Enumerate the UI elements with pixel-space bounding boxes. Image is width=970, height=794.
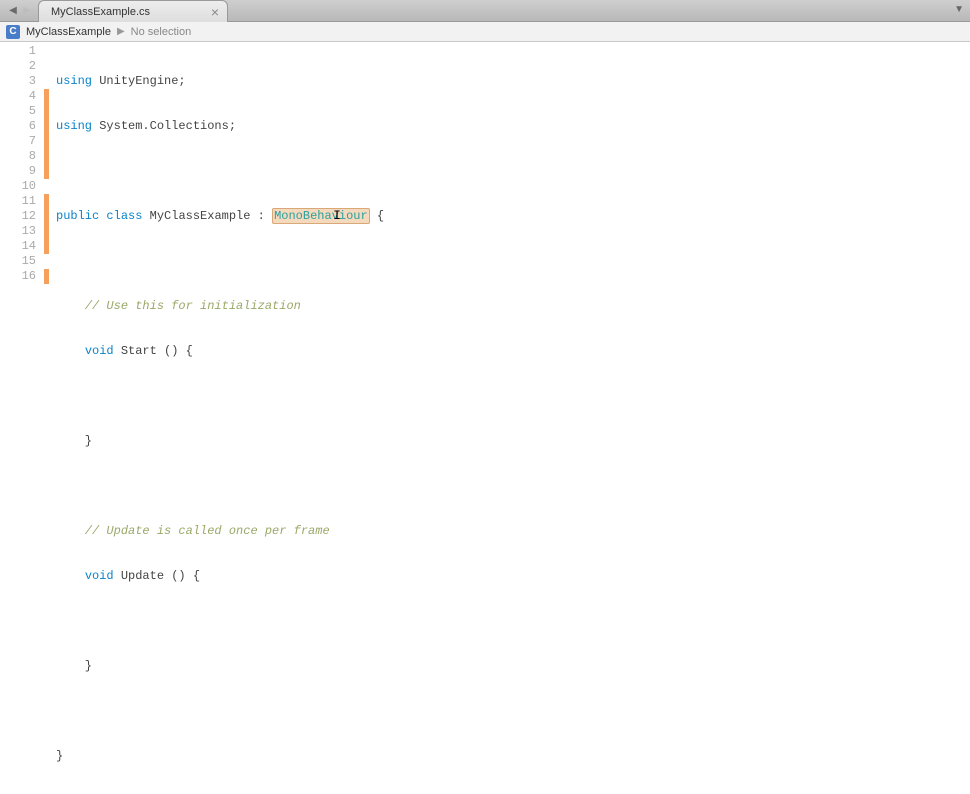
line-number: 10	[0, 179, 36, 194]
nav-arrows: ◀ ▶	[0, 0, 38, 21]
change-marker	[44, 164, 49, 179]
file-tab[interactable]: MyClassExample.cs ×	[38, 0, 228, 22]
change-marker	[44, 194, 49, 209]
line-number: 9	[0, 164, 36, 179]
change-marker	[44, 104, 49, 119]
line-number: 4	[0, 89, 36, 104]
line-number: 6	[0, 119, 36, 134]
line-number: 5	[0, 104, 36, 119]
code-line	[56, 704, 970, 719]
highlighted-token: MonoBehaviourI	[272, 208, 370, 224]
code-line	[56, 254, 970, 269]
line-number: 1	[0, 44, 36, 59]
chevron-right-icon: ▶	[117, 26, 125, 37]
csharp-file-icon: C	[6, 25, 20, 39]
code-line: using UnityEngine;	[56, 74, 970, 89]
change-marker	[44, 149, 49, 164]
code-line: }	[56, 749, 970, 764]
line-number: 7	[0, 134, 36, 149]
line-number: 3	[0, 74, 36, 89]
breadcrumb-item[interactable]: MyClassExample	[26, 26, 111, 38]
code-line	[56, 389, 970, 404]
change-marker	[44, 224, 49, 239]
close-icon[interactable]: ×	[211, 5, 219, 19]
tab-bar: ◀ ▶ MyClassExample.cs × ▼	[0, 0, 970, 22]
tab-dropdown-icon[interactable]: ▼	[954, 4, 964, 15]
breadcrumb-selection[interactable]: No selection	[131, 26, 192, 38]
line-number: 2	[0, 59, 36, 74]
change-marker	[44, 89, 49, 104]
code-line: }	[56, 659, 970, 674]
line-number: 15	[0, 254, 36, 269]
code-editor[interactable]: 1 2 3 4 5 6 7 8 9 10 11 12 13 14 15 16 u…	[0, 42, 970, 525]
change-marker	[44, 119, 49, 134]
code-line	[56, 479, 970, 494]
code-area[interactable]: using UnityEngine; using System.Collecti…	[50, 42, 970, 525]
change-marker	[44, 209, 49, 224]
code-line: // Update is called once per frame	[56, 524, 970, 539]
code-line: // Use this for initialization	[56, 299, 970, 314]
code-line: public class MyClassExample : MonoBehavi…	[56, 209, 970, 224]
code-line	[56, 164, 970, 179]
code-line: void Update () {	[56, 569, 970, 584]
change-marker	[44, 269, 49, 284]
code-line: void Start () {	[56, 344, 970, 359]
line-number-gutter: 1 2 3 4 5 6 7 8 9 10 11 12 13 14 15 16	[0, 42, 44, 525]
line-number: 8	[0, 149, 36, 164]
code-line: using System.Collections;	[56, 119, 970, 134]
change-marker	[44, 239, 49, 254]
breadcrumb: C MyClassExample ▶ No selection	[0, 22, 970, 42]
change-marker	[44, 134, 49, 149]
code-line	[56, 614, 970, 629]
line-number: 14	[0, 239, 36, 254]
line-number: 12	[0, 209, 36, 224]
line-number: 16	[0, 269, 36, 284]
tab-title: MyClassExample.cs	[51, 6, 150, 18]
line-number: 13	[0, 224, 36, 239]
code-line: }	[56, 434, 970, 449]
text-cursor-icon: I	[333, 208, 341, 223]
line-number: 11	[0, 194, 36, 209]
nav-forward-icon[interactable]: ▶	[20, 4, 34, 18]
nav-back-icon[interactable]: ◀	[6, 4, 20, 18]
